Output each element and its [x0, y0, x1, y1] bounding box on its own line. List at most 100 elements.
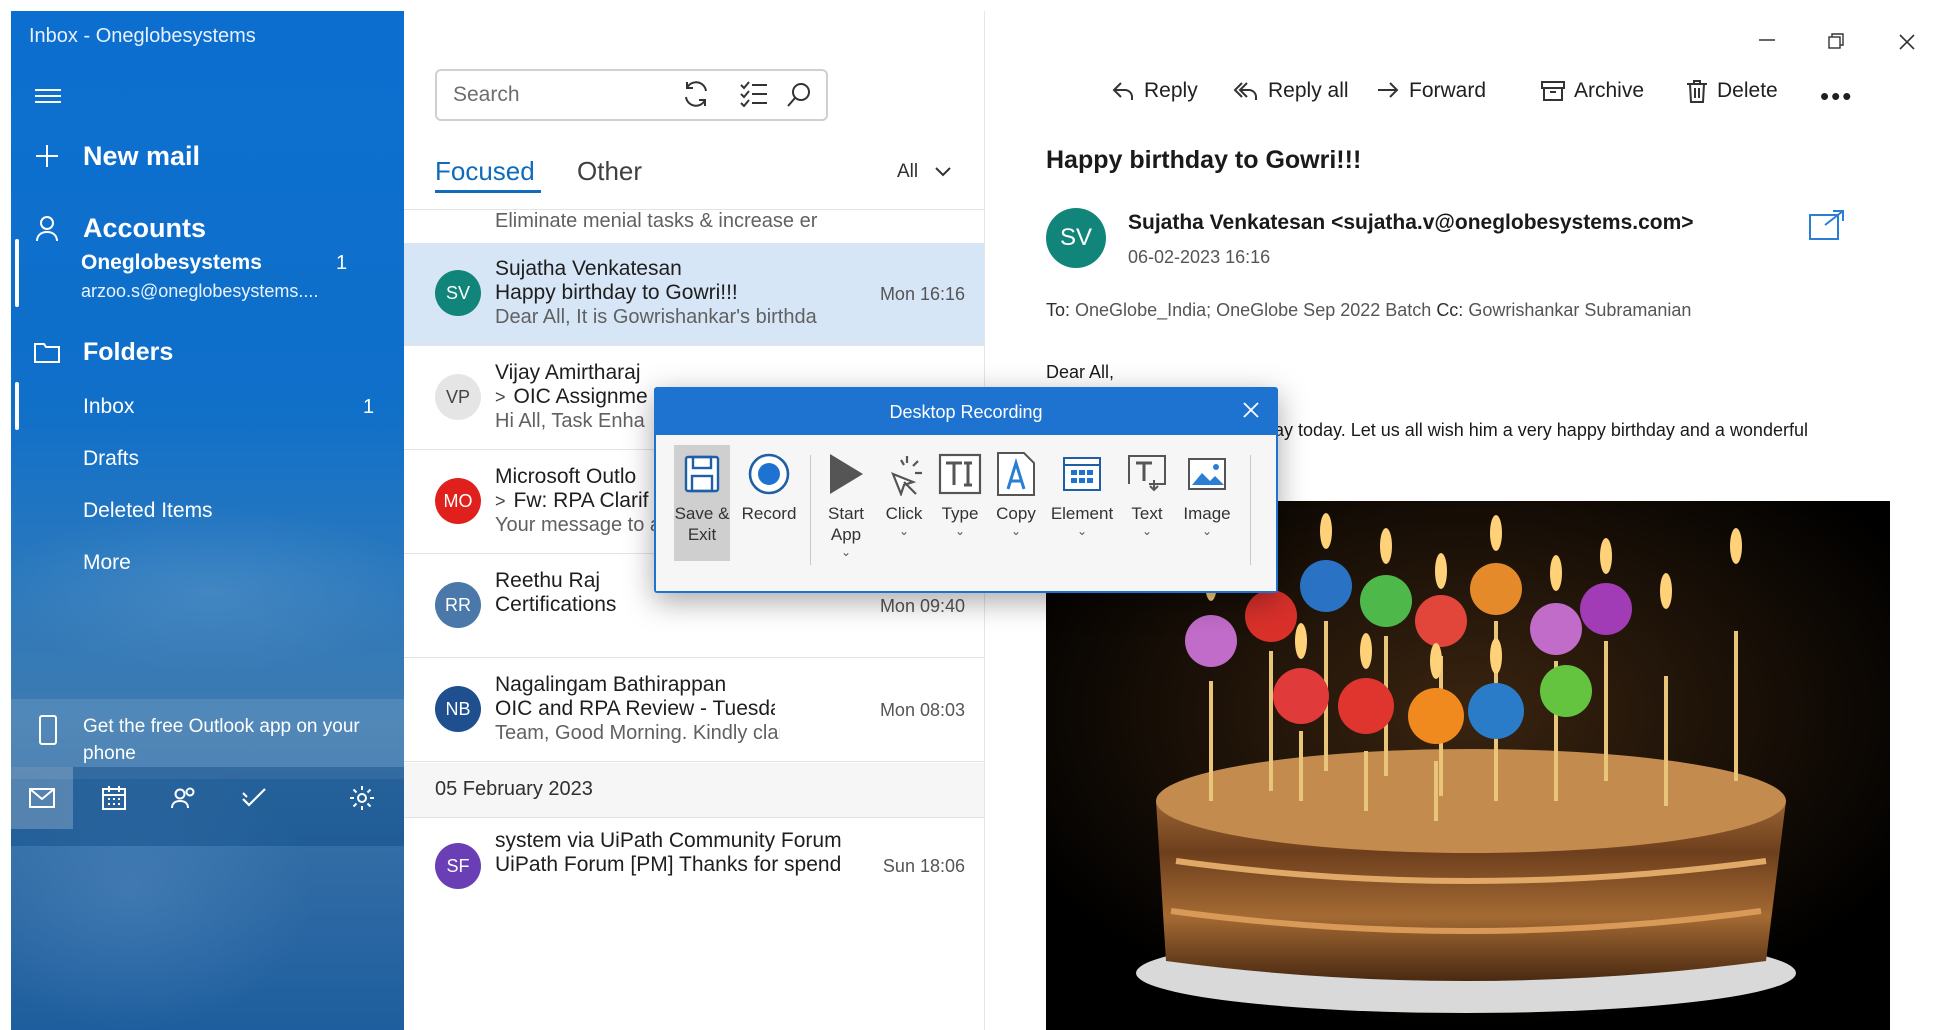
to-label: To:	[1046, 300, 1071, 320]
message-row[interactable]: SV Sujatha Venkatesan Happy birthday to …	[404, 243, 984, 346]
click-cursor-icon	[883, 445, 925, 503]
open-in-new-window-icon[interactable]	[1809, 209, 1845, 246]
record-button[interactable]: Record	[736, 445, 802, 561]
folder-more[interactable]: More	[83, 551, 131, 575]
navigation-pane: Inbox - Oneglobesystems New mail Account…	[11, 11, 404, 1030]
more-actions-icon[interactable]: •••	[1820, 81, 1853, 112]
dialog-close-icon[interactable]	[1242, 401, 1260, 424]
reply-all-button[interactable]: Reply all	[1233, 79, 1349, 103]
message-sender: Nagalingam Bathirappan	[495, 673, 727, 696]
date-group-header: 05 February 2023	[404, 763, 984, 818]
avatar: MO	[435, 478, 481, 524]
forward-label: Forward	[1409, 79, 1487, 102]
inbox-selection-indicator	[15, 382, 19, 430]
mail-icon[interactable]	[11, 767, 73, 829]
message-subject: Certifications	[495, 593, 617, 616]
message-subject: Happy birthday to Gowri!!!	[495, 281, 738, 304]
message-sender: Sujatha Venkatesan	[495, 257, 682, 280]
toolbar-divider	[1250, 455, 1251, 565]
trash-icon	[1687, 80, 1707, 103]
thread-chevron-icon: >	[495, 491, 506, 511]
folder-deleted-items[interactable]: Deleted Items	[83, 499, 213, 523]
partial-message-preview[interactable]: Eliminate menial tasks & increase er	[495, 210, 955, 233]
folder-inbox[interactable]: Inbox	[83, 395, 134, 419]
folders-button[interactable]: Folders	[11, 327, 404, 377]
date-group-label: 05 February 2023	[435, 778, 593, 800]
close-icon[interactable]	[1898, 33, 1916, 56]
chevron-down-icon: ⌄	[1201, 524, 1213, 538]
element-button[interactable]: Element ⌄	[1046, 445, 1118, 561]
restore-icon[interactable]	[1828, 33, 1844, 54]
folder-drafts[interactable]: Drafts	[83, 447, 139, 471]
filter-dropdown[interactable]: All	[897, 161, 952, 183]
tab-focused[interactable]: Focused	[435, 156, 535, 187]
avatar: SV	[435, 270, 481, 316]
desktop-recording-dialog: Desktop Recording Save & Exit Record Sta…	[654, 387, 1278, 593]
chevron-down-icon: ⌄	[1076, 524, 1088, 538]
copy-label: Copy	[996, 504, 1036, 523]
dialog-title: Desktop Recording	[889, 401, 1043, 422]
type-button[interactable]: Type ⌄	[932, 445, 988, 561]
tab-focused-underline	[435, 190, 541, 193]
type-label: Type	[941, 504, 979, 523]
reply-icon	[1112, 82, 1133, 100]
start-app-button[interactable]: Start App ⌄	[818, 445, 874, 561]
folders-label: Folders	[83, 337, 174, 366]
save-exit-button[interactable]: Save & Exit	[674, 445, 730, 561]
accounts-button[interactable]: Accounts	[11, 203, 404, 253]
hamburger-menu-icon[interactable]	[35, 85, 61, 107]
chevron-down-icon: ⌄	[1141, 524, 1153, 538]
message-time: Mon 08:03	[879, 700, 965, 720]
tab-other[interactable]: Other	[577, 156, 642, 187]
forward-button[interactable]: Forward	[1376, 79, 1486, 103]
calendar-icon[interactable]	[83, 767, 145, 829]
delete-button[interactable]: Delete	[1686, 79, 1778, 103]
message-row[interactable]: NB Nagalingam Bathirappan OIC and RPA Re…	[404, 659, 984, 762]
record-label: Record	[741, 504, 797, 523]
sync-icon[interactable]	[681, 79, 711, 114]
account-selection-indicator	[15, 239, 19, 307]
folder-icon	[11, 341, 83, 363]
click-button[interactable]: Click ⌄	[876, 445, 932, 561]
reply-button[interactable]: Reply	[1111, 79, 1198, 103]
forward-icon	[1378, 82, 1399, 98]
cc-recipients[interactable]: Gowrishankar Subramanian	[1468, 300, 1691, 320]
archive-button[interactable]: Archive	[1541, 79, 1644, 103]
settings-gear-icon[interactable]	[331, 767, 393, 829]
cc-label: Cc:	[1436, 300, 1464, 320]
message-sender: Vijay Amirtharaj	[495, 361, 641, 384]
email-greeting: Dear All,	[1046, 362, 1115, 382]
plus-icon	[11, 143, 83, 169]
window-title: Inbox - Oneglobesystems	[29, 25, 256, 47]
promo-text: Get the free Outlook app on your phone	[83, 716, 360, 764]
chevron-down-icon: ⌄	[954, 524, 966, 538]
avatar: RR	[435, 582, 481, 628]
reply-label: Reply	[1144, 79, 1198, 102]
people-icon[interactable]	[153, 767, 215, 829]
selection-mode-icon[interactable]	[739, 79, 769, 112]
to-recipients[interactable]: OneGlobe_India; OneGlobe Sep 2022 Batch	[1075, 300, 1431, 320]
email-from[interactable]: Sujatha Venkatesan <sujatha.v@oneglobesy…	[1128, 211, 1694, 235]
minimize-icon[interactable]	[1758, 33, 1776, 52]
copy-button[interactable]: Copy ⌄	[988, 445, 1044, 561]
email-date: 06-02-2023 16:16	[1128, 247, 1271, 267]
image-button[interactable]: Image ⌄	[1174, 445, 1240, 561]
message-subject-text: OIC Assignme	[513, 385, 648, 408]
message-time: Mon 09:40	[879, 596, 965, 616]
message-sender: system via UiPath Community Forum	[495, 829, 842, 852]
message-time: Sun 18:06	[882, 856, 965, 876]
dialog-titlebar: Desktop Recording	[656, 389, 1276, 435]
text-button[interactable]: Text ⌄	[1122, 445, 1172, 561]
search-box[interactable]: Search	[435, 69, 828, 121]
click-label: Click	[885, 504, 923, 523]
new-mail-button[interactable]: New mail	[11, 131, 404, 181]
search-icon[interactable]	[786, 82, 812, 113]
save-floppy-icon	[684, 445, 720, 503]
chevron-down-icon: ⌄	[1010, 524, 1022, 538]
todo-icon[interactable]	[223, 767, 285, 829]
account-unread-count: 1	[336, 252, 348, 274]
avatar: NB	[435, 686, 481, 732]
message-row[interactable]: SF system via UiPath Community Forum UiP…	[404, 819, 984, 929]
reply-all-label: Reply all	[1268, 79, 1349, 102]
play-icon	[827, 445, 865, 503]
